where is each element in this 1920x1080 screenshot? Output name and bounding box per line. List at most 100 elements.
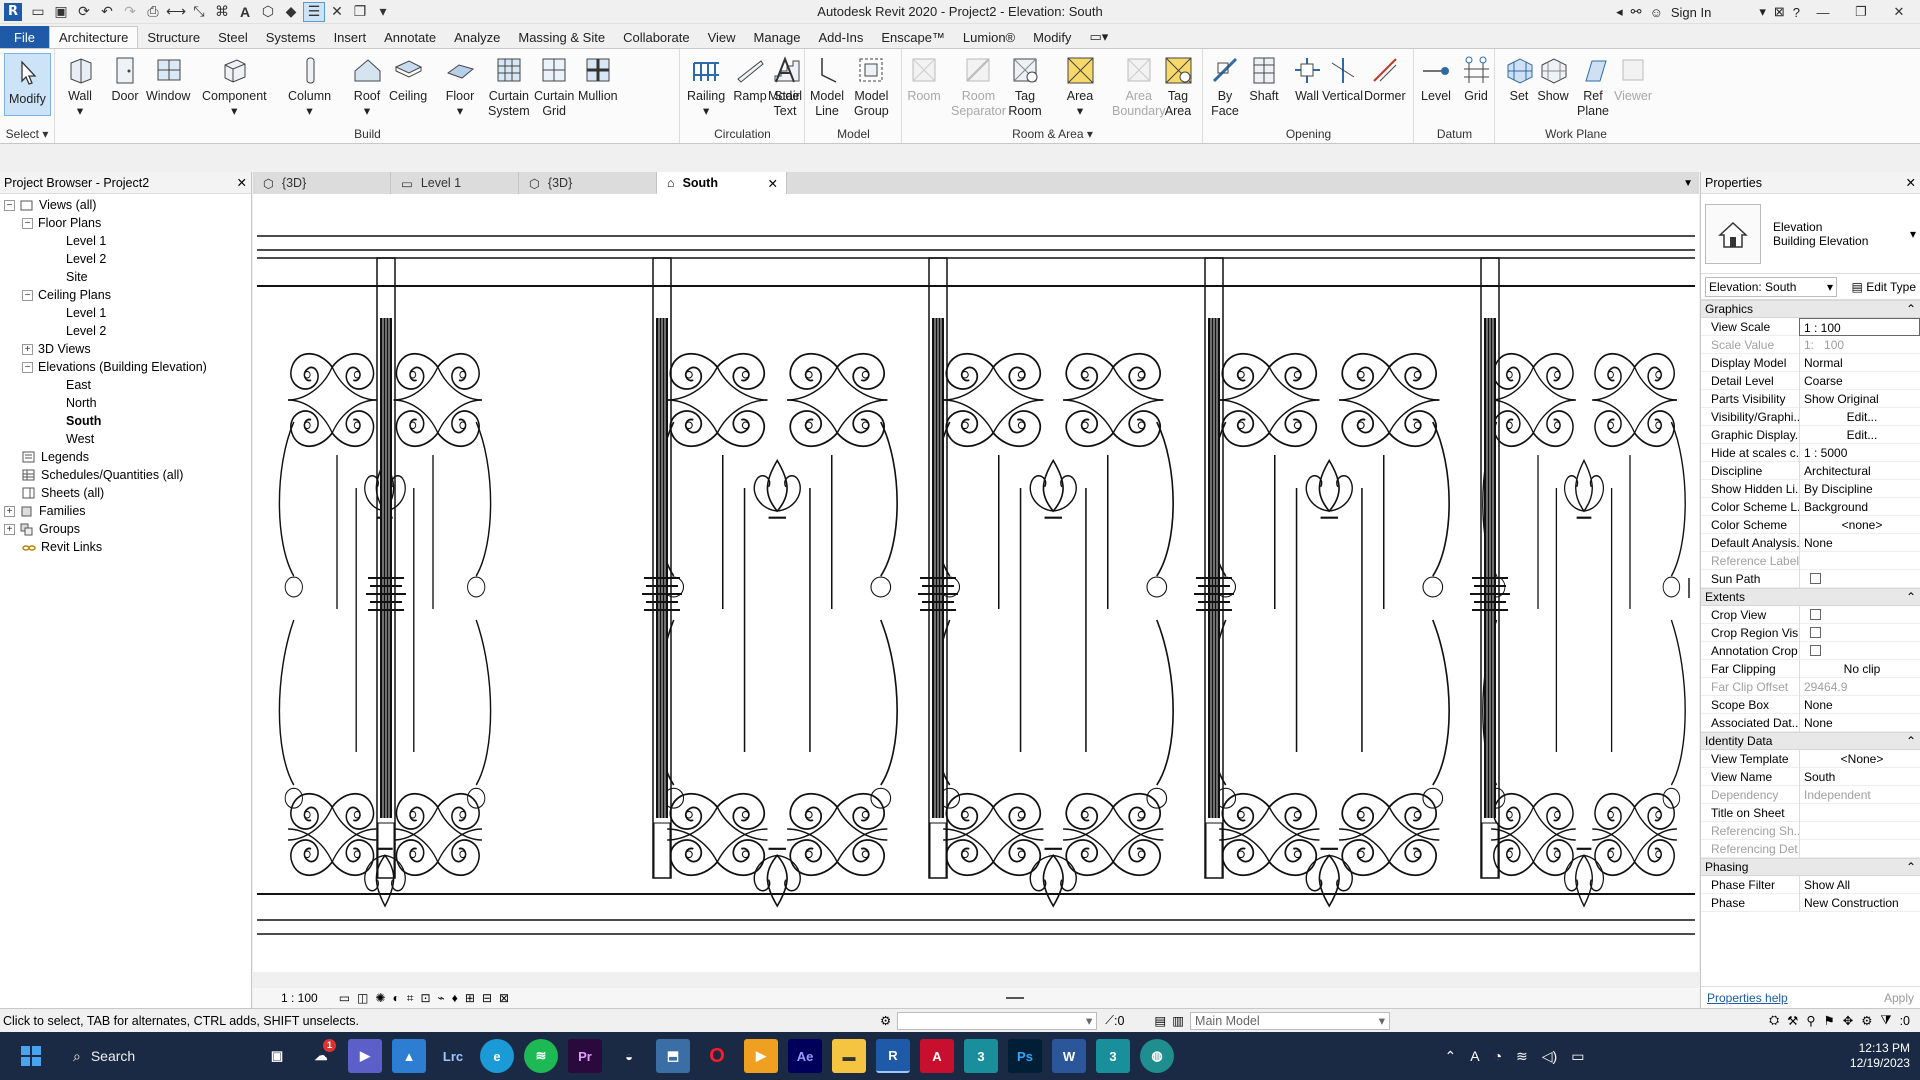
drag-elements-icon[interactable]: ✥: [1843, 1013, 1853, 1028]
premiere-icon[interactable]: Pr: [568, 1039, 602, 1073]
prop-row[interactable]: Color Scheme L... Background: [1701, 497, 1920, 516]
edit-graphic-display-button[interactable]: Edit...: [1799, 425, 1920, 444]
view-scale-control[interactable]: 1 : 100: [281, 991, 318, 1005]
shaft-button[interactable]: Shaft: [1247, 53, 1281, 104]
cart-icon[interactable]: ⊠: [1774, 4, 1785, 20]
globe-icon[interactable]: ◍: [1140, 1039, 1174, 1073]
curtain-grid-button[interactable]: Curtain Grid: [534, 53, 574, 119]
section-icon[interactable]: ◆: [280, 2, 302, 22]
prop-row[interactable]: Show Hidden Li... By Discipline: [1701, 479, 1920, 498]
prop-row[interactable]: Detail Level Coarse: [1701, 371, 1920, 390]
column-button[interactable]: Column ▾: [288, 53, 331, 119]
tree-west[interactable]: West: [0, 430, 251, 448]
tree-floor-level-1[interactable]: Level 1: [0, 232, 251, 250]
tree-schedules[interactable]: Schedules/Quantities (all): [0, 466, 251, 484]
collapse-icon[interactable]: −: [22, 361, 33, 373]
type-selector[interactable]: Elevation Building Elevation ▾: [1701, 194, 1920, 274]
set-button[interactable]: Set: [1502, 53, 1536, 104]
text-icon[interactable]: A: [234, 2, 256, 22]
tree-floor-plans[interactable]: − Floor Plans: [0, 214, 251, 232]
background-processes-icon[interactable]: ⚙: [1861, 1013, 1872, 1028]
prop-row[interactable]: Annotation Crop: [1701, 641, 1920, 660]
disk-icon[interactable]: ◒: [612, 1039, 646, 1073]
edit-type-button[interactable]: ▤ Edit Type: [1852, 280, 1917, 294]
tree-north[interactable]: North: [0, 394, 251, 412]
vertical-button[interactable]: Vertical: [1322, 53, 1363, 104]
tree-ceiling-level-1[interactable]: Level 1: [0, 304, 251, 322]
collapse-icon[interactable]: −: [22, 217, 33, 229]
close-tab-icon[interactable]: ✕: [768, 176, 778, 191]
app-3-icon[interactable]: ⬒: [656, 1039, 690, 1073]
thin-lines-icon[interactable]: ☰: [303, 1, 325, 22]
properties-help-link[interactable]: Properties help: [1707, 991, 1788, 1005]
worksets-icon[interactable]: ⚙: [880, 1013, 891, 1028]
ramp-button[interactable]: Ramp: [733, 53, 767, 104]
edit-visibility-button[interactable]: Edit...: [1799, 407, 1920, 426]
settings-icon[interactable]: ◔: [1494, 1048, 1502, 1064]
volume-icon[interactable]: ◁): [1542, 1048, 1557, 1065]
prop-row[interactable]: Default Analysis... None: [1701, 533, 1920, 552]
photos-icon[interactable]: ▲: [392, 1039, 426, 1073]
minimize-icon[interactable]: —: [1808, 5, 1838, 20]
windows-start-icon[interactable]: [14, 1039, 48, 1073]
revit-taskbar-icon[interactable]: R: [876, 1039, 910, 1073]
tree-south[interactable]: South: [0, 412, 251, 430]
show-button[interactable]: Show: [1536, 53, 1570, 104]
prop-row[interactable]: Phase New Construction: [1701, 893, 1920, 912]
prop-row[interactable]: Far Clipping No clip: [1701, 659, 1920, 678]
drawing-area[interactable]: [253, 194, 1699, 972]
after-effects-icon[interactable]: Ae: [788, 1039, 822, 1073]
tab-view[interactable]: View: [699, 26, 745, 48]
model-line-button[interactable]: Model Line: [810, 53, 844, 119]
grid-button[interactable]: Grid: [1459, 53, 1493, 104]
customize-qat-icon[interactable]: ▾: [372, 2, 394, 22]
curtain-system-button[interactable]: Curtain System: [488, 53, 530, 119]
3dsmax-icon[interactable]: 3: [964, 1039, 998, 1073]
far-clipping-button[interactable]: No clip: [1799, 659, 1920, 678]
taskbar-search[interactable]: ⌕ Search: [61, 1038, 241, 1074]
area-boundary-button[interactable]: Area Boundary: [1112, 53, 1166, 119]
help-icon[interactable]: ?: [1793, 5, 1800, 20]
view-name-field[interactable]: South: [1799, 767, 1920, 786]
task-view-icon[interactable]: ▣: [260, 1039, 294, 1073]
tree-families[interactable]: + Families: [0, 502, 251, 520]
view-tab-3d-1[interactable]: ⬡ {3D}: [253, 172, 391, 194]
filter-icon[interactable]: ⧩: [1880, 1013, 1891, 1028]
sign-in-link[interactable]: Sign In: [1671, 5, 1711, 20]
view-template-button[interactable]: <None>: [1799, 749, 1920, 768]
autocad-icon[interactable]: A: [920, 1039, 954, 1073]
tab-enscape[interactable]: Enscape™: [872, 26, 954, 48]
prop-row[interactable]: Phase Filter Show All: [1701, 875, 1920, 894]
prop-row[interactable]: Discipline Architectural: [1701, 461, 1920, 480]
tag-area-button[interactable]: Tag Area: [1161, 53, 1195, 119]
sun-path-checkbox[interactable]: [1810, 572, 1821, 584]
tab-add-ins[interactable]: Add-Ins: [810, 26, 873, 48]
dimension-icon[interactable]: ⤡: [188, 2, 210, 22]
model-text-button[interactable]: Model Text: [768, 53, 802, 119]
close-hidden-icon[interactable]: ✕: [326, 2, 348, 22]
prop-row[interactable]: Sun Path: [1701, 569, 1920, 588]
print-icon[interactable]: ⎙: [142, 2, 164, 22]
prop-row[interactable]: Crop View: [1701, 605, 1920, 624]
detail-level-icon[interactable]: ▭: [339, 991, 350, 1005]
apply-button[interactable]: Apply: [1884, 991, 1914, 1005]
edge-icon[interactable]: e: [480, 1039, 514, 1073]
measure-icon[interactable]: ⟷: [165, 2, 187, 22]
prop-row[interactable]: Scope Box None: [1701, 695, 1920, 714]
crop-view-icon[interactable]: ⌗: [407, 991, 414, 1006]
annotation-crop-checkbox[interactable]: [1810, 644, 1821, 656]
teams-icon[interactable]: ▶: [348, 1039, 382, 1073]
select-underlay-icon[interactable]: ⚒: [1787, 1013, 1798, 1028]
section-graphics[interactable]: Graphics ⌃: [1701, 300, 1920, 318]
tab-architecture[interactable]: Architecture: [48, 26, 139, 48]
prop-row[interactable]: Display Model Normal: [1701, 353, 1920, 372]
tree-legends[interactable]: Legends: [0, 448, 251, 466]
tab-modify[interactable]: Modify: [1024, 26, 1080, 48]
tree-east[interactable]: East: [0, 376, 251, 394]
tab-steel[interactable]: Steel: [209, 26, 257, 48]
word-icon[interactable]: W: [1052, 1039, 1086, 1073]
undo-icon[interactable]: ↶: [96, 2, 118, 22]
visual-style-icon[interactable]: ◫: [357, 991, 368, 1005]
chevron-up-icon[interactable]: ⌃: [1444, 1048, 1456, 1065]
collapse-icon[interactable]: −: [22, 289, 33, 301]
